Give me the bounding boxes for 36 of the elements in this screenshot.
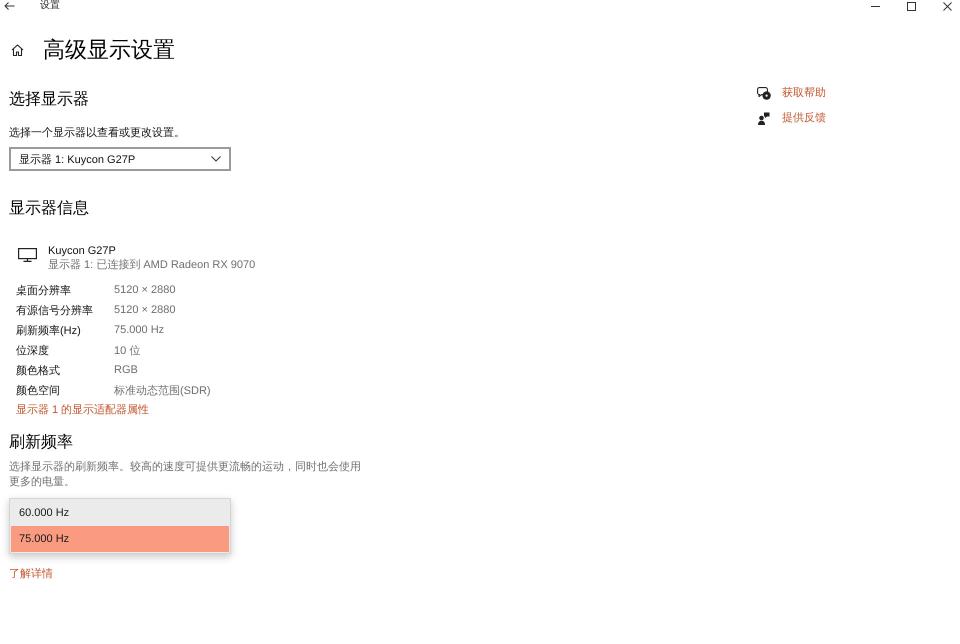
property-label: 桌面分辨率 (16, 284, 71, 296)
monitor-icon (18, 248, 37, 262)
property-value: 5120 × 2880 (114, 304, 176, 316)
chevron-down-icon (211, 156, 221, 162)
property-value: 75.000 Hz (114, 324, 164, 336)
property-value: 10 位 (114, 344, 140, 358)
section-heading: 显示器信息 (9, 199, 89, 219)
dropdown-option[interactable]: 60.000 Hz (11, 500, 229, 526)
property-label: 有源信号分辨率 (16, 304, 93, 316)
section-description: 选择一个显示器以查看或更改设置。 (9, 126, 185, 141)
maximize-icon[interactable] (907, 2, 916, 10)
property-label: 颜色格式 (16, 364, 60, 376)
home-icon[interactable] (11, 44, 24, 56)
feedback-link[interactable]: 提供反馈 (782, 108, 826, 128)
page-title: 高级显示设置 (43, 36, 175, 64)
property-value: RGB (114, 364, 138, 376)
section-heading: 选择显示器 (9, 90, 89, 110)
property-label: 刷新频率(Hz) (16, 324, 81, 336)
adapter-properties-link[interactable]: 显示器 1 的显示适配器属性 (16, 400, 150, 420)
window-title: 设置 (40, 0, 60, 12)
monitor-connection: 显示器 1: 已连接到 AMD Radeon RX 9070 (48, 258, 256, 272)
learn-more-link[interactable]: 了解详情 (9, 566, 53, 582)
property-label: 颜色空间 (16, 384, 60, 396)
person-speech-icon (758, 112, 770, 124)
back-arrow-icon[interactable] (4, 2, 15, 10)
section-description: 选择显示器的刷新频率。较高的速度可提供更流畅的运动，同时也会使用更多的电量。 (9, 460, 362, 490)
section-heading: 刷新频率 (9, 432, 73, 453)
display-dropdown[interactable]: 显示器 1: Kuycon G27P (9, 147, 231, 171)
monitor-name: Kuycon G27P (48, 244, 116, 258)
get-help-link[interactable]: 获取帮助 (782, 83, 826, 103)
close-icon[interactable] (943, 2, 952, 10)
dropdown-option[interactable]: 75.000 Hz (11, 526, 229, 552)
property-label: 位深度 (16, 344, 49, 356)
speech-bubbles-icon (757, 86, 771, 100)
property-value: 标准动态范围(SDR) (114, 384, 211, 398)
property-value: 5120 × 2880 (114, 284, 176, 296)
